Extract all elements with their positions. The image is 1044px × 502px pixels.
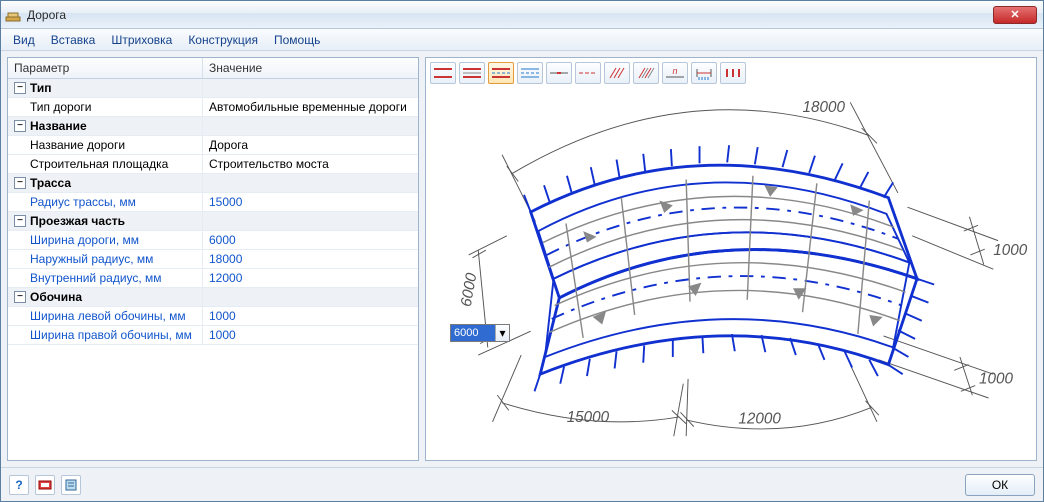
- property-row[interactable]: Наружный радиус, мм 18000: [8, 250, 418, 269]
- preview-area[interactable]: 18000 1000: [426, 88, 1036, 460]
- collapse-icon[interactable]: −: [14, 291, 26, 303]
- layer-icon: [38, 478, 52, 492]
- window-title: Дорога: [27, 8, 66, 22]
- menu-help[interactable]: Помощь: [266, 31, 328, 49]
- param-value[interactable]: 18000: [203, 250, 418, 268]
- group-label: Название: [30, 119, 87, 133]
- tool-dim-1[interactable]: [691, 62, 717, 84]
- dropdown-arrow-icon[interactable]: ▾: [495, 325, 509, 341]
- menu-insert[interactable]: Вставка: [43, 31, 104, 49]
- menu-construction[interactable]: Конструкция: [180, 31, 266, 49]
- ok-button[interactable]: ОК: [965, 474, 1035, 496]
- property-row[interactable]: Внутренний радиус, мм 12000: [8, 269, 418, 288]
- property-row[interactable]: Тип дороги Автомобильные временные дороги: [8, 98, 418, 117]
- grid-header: Параметр Значение: [8, 58, 418, 79]
- collapse-icon[interactable]: −: [14, 120, 26, 132]
- group-label: Проезжая часть: [30, 214, 125, 228]
- param-name: Радиус трассы, мм: [30, 195, 136, 209]
- dim-right-lower: 1000: [979, 371, 1013, 388]
- close-button[interactable]: ✕: [993, 6, 1037, 24]
- param-name: Строительная площадка: [30, 157, 168, 171]
- group-row[interactable]: −Название: [8, 117, 418, 136]
- tool-style-5[interactable]: [546, 62, 572, 84]
- param-value[interactable]: 12000: [203, 269, 418, 287]
- param-value[interactable]: Дорога: [203, 136, 418, 154]
- road-preview-svg: 18000 1000: [426, 88, 1036, 460]
- group-row[interactable]: −Проезжая часть: [8, 212, 418, 231]
- help-button[interactable]: ?: [9, 475, 29, 495]
- menubar: Вид Вставка Штриховка Конструкция Помощь: [1, 29, 1043, 51]
- property-row[interactable]: Ширина правой обочины, мм 1000: [8, 326, 418, 345]
- menu-hatch[interactable]: Штриховка: [103, 31, 180, 49]
- group-label: Тип: [30, 81, 52, 95]
- preview-panel: n 18000: [425, 57, 1037, 461]
- help-icon: ?: [15, 478, 22, 492]
- collapse-icon[interactable]: −: [14, 82, 26, 94]
- param-value[interactable]: 1000: [203, 326, 418, 344]
- property-row[interactable]: Ширина левой обочины, мм 1000: [8, 307, 418, 326]
- param-value[interactable]: Автомобильные временные дороги: [203, 98, 418, 116]
- close-icon: ✕: [1010, 8, 1019, 21]
- layer-button[interactable]: [35, 475, 55, 495]
- param-value[interactable]: 15000: [203, 193, 418, 211]
- tool-style-3[interactable]: [488, 62, 514, 84]
- dim-bottom-right: 12000: [738, 411, 781, 428]
- header-param[interactable]: Параметр: [8, 58, 203, 78]
- group-row[interactable]: −Трасса: [8, 174, 418, 193]
- tool-style-1[interactable]: [430, 62, 456, 84]
- dim-top: 18000: [803, 99, 846, 116]
- param-name: Название дороги: [30, 138, 125, 152]
- param-name: Наружный радиус, мм: [30, 252, 153, 266]
- dim-bottom-left: 15000: [567, 409, 610, 426]
- dialog-window: Дорога ✕ Вид Вставка Штриховка Конструкц…: [0, 0, 1044, 502]
- property-row[interactable]: Радиус трассы, мм 15000: [8, 193, 418, 212]
- tool-hatch-1[interactable]: [604, 62, 630, 84]
- tool-style-6[interactable]: [575, 62, 601, 84]
- dim-right-upper: 1000: [993, 242, 1027, 259]
- param-value[interactable]: Строительство моста: [203, 155, 418, 173]
- footer: ? ОК: [1, 467, 1043, 501]
- client-area: Параметр Значение −ТипТип дорогиАвтомоби…: [1, 51, 1043, 467]
- menu-view[interactable]: Вид: [5, 31, 43, 49]
- param-value[interactable]: 1000: [203, 307, 418, 325]
- group-label: Трасса: [30, 176, 71, 190]
- param-name: Ширина дороги, мм: [30, 233, 139, 247]
- svg-text:n: n: [672, 66, 677, 76]
- collapse-icon[interactable]: −: [14, 215, 26, 227]
- param-value[interactable]: 6000: [203, 231, 418, 249]
- param-name: Тип дороги: [30, 100, 91, 114]
- titlebar[interactable]: Дорога ✕: [1, 1, 1043, 29]
- tool-dim-2[interactable]: [720, 62, 746, 84]
- tool-style-4[interactable]: [517, 62, 543, 84]
- param-name: Ширина правой обочины, мм: [30, 328, 192, 342]
- property-row[interactable]: Ширина дороги, мм 6000: [8, 231, 418, 250]
- group-row[interactable]: −Обочина: [8, 288, 418, 307]
- note-icon: [64, 478, 78, 492]
- dimension-edit-dropdown[interactable]: 6000 ▾: [450, 324, 510, 342]
- dimension-edit-value[interactable]: 6000: [451, 325, 495, 341]
- param-name: Внутренний радиус, мм: [30, 271, 162, 285]
- app-icon: [5, 7, 21, 23]
- tool-hatch-2[interactable]: [633, 62, 659, 84]
- group-label: Обочина: [30, 290, 82, 304]
- toolbar: n: [426, 58, 1036, 88]
- tool-style-2[interactable]: [459, 62, 485, 84]
- property-row[interactable]: Строительная площадка Строительство моста: [8, 155, 418, 174]
- property-grid: Параметр Значение −ТипТип дорогиАвтомоби…: [7, 57, 419, 461]
- grid-body: −ТипТип дорогиАвтомобильные временные до…: [8, 79, 418, 460]
- group-row[interactable]: −Тип: [8, 79, 418, 98]
- collapse-icon[interactable]: −: [14, 177, 26, 189]
- param-name: Ширина левой обочины, мм: [30, 309, 186, 323]
- property-row[interactable]: Название дороги Дорога: [8, 136, 418, 155]
- dim-left: 6000: [458, 271, 481, 308]
- note-button[interactable]: [61, 475, 81, 495]
- header-value[interactable]: Значение: [203, 58, 418, 78]
- tool-annot[interactable]: n: [662, 62, 688, 84]
